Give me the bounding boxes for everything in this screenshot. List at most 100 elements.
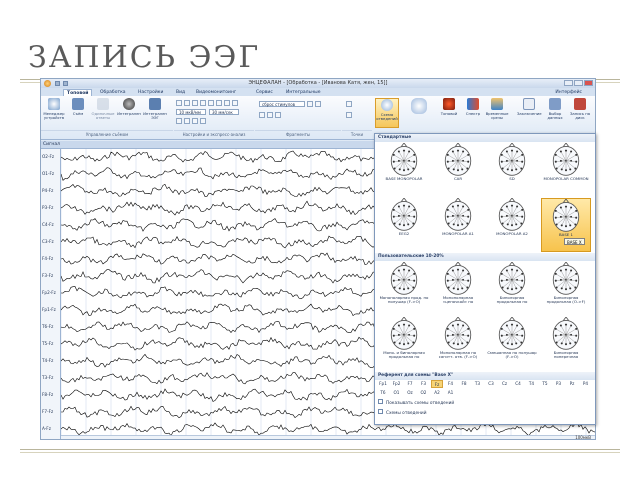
reference-option[interactable]: A1 bbox=[445, 389, 457, 397]
reference-option[interactable]: O2 bbox=[418, 389, 430, 397]
channel-label[interactable]: O2-Fz bbox=[42, 154, 54, 159]
montage-option[interactable]: MONOPOLAR A1 bbox=[433, 198, 483, 252]
montage-option[interactable]: Биполярная поперечная bbox=[541, 317, 591, 371]
stop-icon[interactable] bbox=[208, 100, 214, 106]
marker-icon[interactable] bbox=[232, 100, 238, 106]
montage-option[interactable]: BASE MONOPOLAR bbox=[379, 143, 429, 197]
channel-label[interactable]: O1-Fz bbox=[42, 171, 54, 176]
record-button[interactable]: Съём bbox=[66, 98, 90, 128]
montage-option[interactable]: CAR bbox=[433, 143, 483, 197]
tab-video[interactable]: Видеомонитоинг bbox=[193, 89, 239, 96]
reference-option[interactable]: P4 bbox=[580, 380, 592, 388]
reference-option[interactable]: Fp2 bbox=[391, 380, 403, 388]
reference-option[interactable]: T6 bbox=[377, 389, 389, 397]
fragment-prev-icon[interactable] bbox=[259, 112, 265, 118]
topo-button[interactable]: Топовой bbox=[437, 98, 461, 128]
fragment-next-icon[interactable] bbox=[267, 112, 273, 118]
fragment-del-icon[interactable] bbox=[315, 101, 321, 107]
schemes-menu-item[interactable]: Схемы отведений bbox=[378, 409, 427, 418]
step-icon[interactable] bbox=[192, 100, 198, 106]
show-schemes-option[interactable]: Показывать схемы отведений bbox=[378, 399, 454, 408]
filter-icon[interactable] bbox=[192, 118, 198, 124]
channel-label[interactable]: F4-Fz bbox=[42, 256, 53, 261]
reference-option[interactable]: Oz bbox=[404, 389, 416, 397]
reference-option[interactable]: F3 bbox=[418, 380, 430, 388]
channel-label[interactable]: F3-Fz bbox=[42, 273, 53, 278]
show-schemes-checkbox[interactable] bbox=[378, 399, 383, 404]
tab-processing[interactable]: Обработка bbox=[97, 89, 129, 96]
point-remove-icon[interactable] bbox=[346, 112, 352, 118]
save-disk-button[interactable]: Запись на диск bbox=[568, 98, 592, 128]
channel-label[interactable]: T6-Fz bbox=[42, 324, 53, 329]
reference-option[interactable]: Cz bbox=[499, 380, 511, 388]
tab-settings[interactable]: Настройки bbox=[135, 89, 166, 96]
channel-label[interactable]: C3-Fz bbox=[42, 239, 54, 244]
tab-topovoy[interactable]: Топовой bbox=[63, 89, 93, 96]
montage-option[interactable]: MONOPOLAR COMMON bbox=[541, 143, 591, 197]
single-responses-button[interactable]: Одиночные ответы bbox=[91, 98, 115, 128]
reference-option[interactable]: T5 bbox=[539, 380, 551, 388]
head-scheme-button[interactable] bbox=[407, 98, 431, 128]
reference-option[interactable]: F4 bbox=[445, 380, 457, 388]
channel-label[interactable]: T5-Fz bbox=[42, 341, 53, 346]
close-button[interactable] bbox=[584, 80, 593, 86]
montage-option[interactable]: Монополярная прод. по полушар (F->O) bbox=[379, 262, 429, 316]
channel-label[interactable]: F8-Fz bbox=[42, 392, 53, 397]
point-add-icon[interactable] bbox=[346, 101, 352, 107]
montage-option[interactable]: Смешанная по полушар (F->O) bbox=[487, 317, 537, 371]
channel-label[interactable]: Fp1-Fz bbox=[42, 307, 56, 312]
speed-select[interactable]: 30 мм/сек bbox=[209, 109, 239, 115]
montage-option[interactable]: Биполярная продольная (O->F) bbox=[541, 262, 591, 316]
integral-eeg-button[interactable]: Интегрален ЭЭГ bbox=[143, 98, 167, 128]
channel-label[interactable]: A-Fz bbox=[42, 426, 51, 431]
montage-option[interactable]: Моно- и биполярная продольная по bbox=[379, 317, 429, 371]
channel-label[interactable]: P3-Fz bbox=[42, 205, 53, 210]
reference-option[interactable]: T4 bbox=[526, 380, 538, 388]
conclusion-button[interactable]: Заключение bbox=[517, 98, 542, 128]
forward-icon[interactable] bbox=[216, 100, 222, 106]
play-back-icon[interactable] bbox=[176, 100, 182, 106]
reference-option[interactable]: A2 bbox=[431, 389, 443, 397]
pause-icon[interactable] bbox=[200, 100, 206, 106]
integral-button[interactable]: Интегрален bbox=[117, 98, 141, 128]
minimize-button[interactable] bbox=[564, 80, 573, 86]
montage-option[interactable]: SD bbox=[487, 143, 537, 197]
play-icon[interactable] bbox=[184, 100, 190, 106]
end-icon[interactable] bbox=[224, 100, 230, 106]
tab-integral[interactable]: Интегральные bbox=[283, 89, 323, 96]
montage-scheme-button[interactable]: Схема отведений bbox=[375, 98, 399, 128]
montage-option[interactable]: Биполярная продольная по bbox=[487, 262, 537, 316]
sensitivity-select[interactable]: 10 мкВ/мм bbox=[176, 109, 206, 115]
reference-option[interactable]: Pz bbox=[566, 380, 578, 388]
channel-label[interactable]: C4-Fz bbox=[42, 222, 54, 227]
grid-icon[interactable] bbox=[200, 118, 206, 124]
reference-option[interactable]: O1 bbox=[391, 389, 403, 397]
montage-option[interactable]: MONOPOLAR A2 bbox=[487, 198, 537, 252]
time-ruler[interactable]: 100мкВ bbox=[61, 435, 595, 439]
devices-button[interactable]: Менеджер устройств bbox=[42, 98, 66, 128]
spectrum-button[interactable]: Спектр bbox=[461, 98, 485, 128]
fragment-add-icon[interactable] bbox=[307, 101, 313, 107]
channel-label[interactable]: P4-Fz bbox=[42, 188, 53, 193]
tab-service[interactable]: Сервис bbox=[253, 89, 276, 96]
tab-view[interactable]: Вид bbox=[173, 89, 188, 96]
montage-option[interactable]: EEG2 bbox=[379, 198, 429, 252]
channel-label[interactable]: T3-Fz bbox=[42, 375, 53, 380]
channel-label[interactable]: F7-Fz bbox=[42, 409, 53, 414]
reference-option[interactable]: F7 bbox=[404, 380, 416, 388]
reference-option[interactable]: P3 bbox=[553, 380, 565, 388]
time-slices-button[interactable]: Временные срезы bbox=[485, 98, 509, 128]
reference-option[interactable]: C4 bbox=[512, 380, 524, 388]
reference-option[interactable]: Fp1 bbox=[377, 380, 389, 388]
montage-option[interactable]: Монополярная по сагитт. отв. (F->O) bbox=[433, 317, 483, 371]
channel-label[interactable]: T4-Fz bbox=[42, 358, 53, 363]
stimulus-select[interactable]: сброс стимулов bbox=[259, 101, 305, 107]
reference-option[interactable]: C3 bbox=[485, 380, 497, 388]
reference-option[interactable]: T3 bbox=[472, 380, 484, 388]
help-menu[interactable]: Интерфейс bbox=[552, 89, 585, 96]
reference-option[interactable]: F8 bbox=[458, 380, 470, 388]
montage-option[interactable]: Монополярная «цепочкой» по bbox=[433, 262, 483, 316]
fragment-mark-icon[interactable] bbox=[275, 112, 281, 118]
zoom-in-icon[interactable] bbox=[176, 118, 182, 124]
zoom-out-icon[interactable] bbox=[184, 118, 190, 124]
